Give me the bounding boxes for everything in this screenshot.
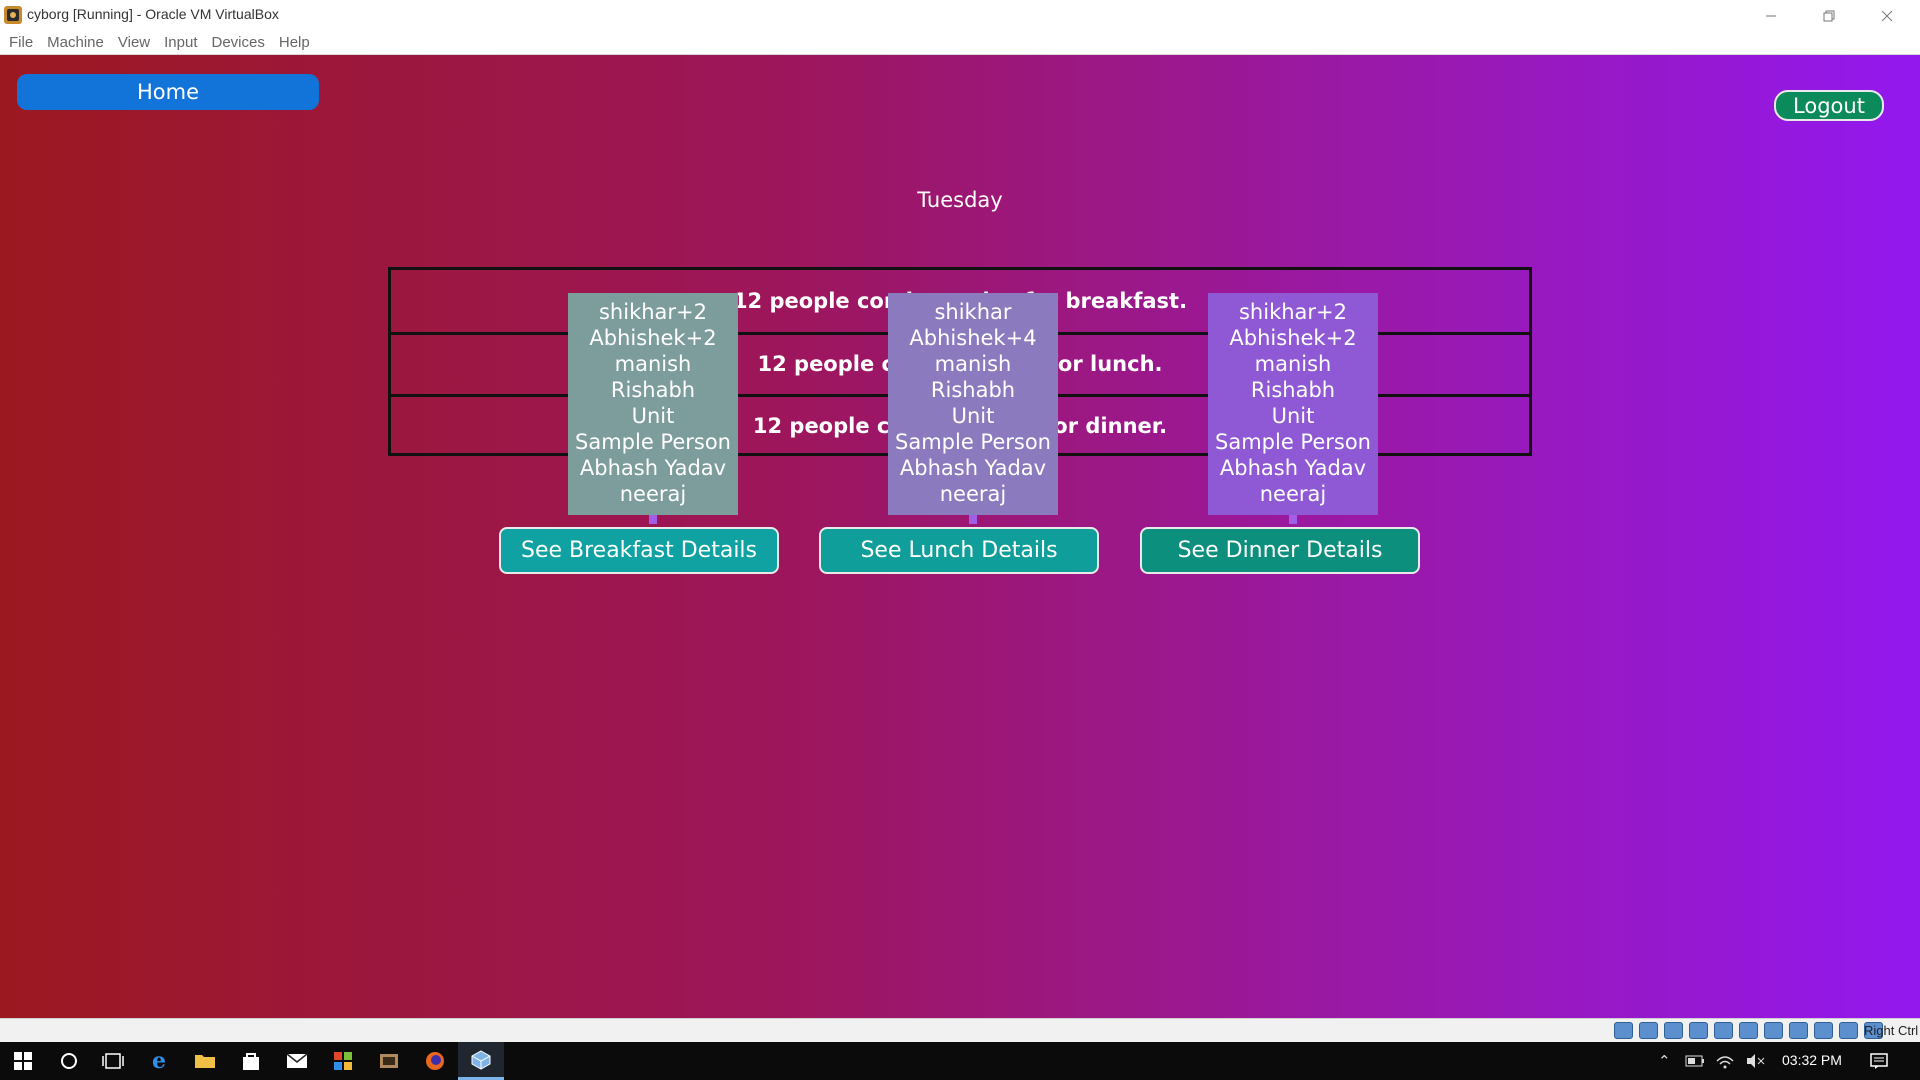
attendee-name: Unit xyxy=(951,404,995,428)
minimize-button[interactable] xyxy=(1742,0,1800,31)
host-key-label: Right Ctrl xyxy=(1864,1023,1919,1038)
task-view-icon xyxy=(102,1053,124,1069)
attendee-name: neeraj xyxy=(1259,482,1327,506)
usb-icon[interactable] xyxy=(1714,1022,1733,1039)
mouse-integration-icon[interactable] xyxy=(1839,1022,1858,1039)
attendee-name: manish xyxy=(934,352,1012,376)
attendee-name: Abhishek+2 xyxy=(1229,326,1357,350)
display-icon[interactable] xyxy=(1764,1022,1783,1039)
taskbar-app-tiles[interactable] xyxy=(320,1042,366,1080)
menu-bar: File Machine View Input Devices Help xyxy=(0,31,1920,55)
windows-taskbar: e ⌃ 03:32 PM xyxy=(0,1042,1920,1080)
attendee-name: shikhar+2 xyxy=(598,300,707,324)
network-icon[interactable] xyxy=(1689,1022,1708,1039)
restore-button[interactable] xyxy=(1800,0,1858,31)
cpu-icon[interactable] xyxy=(1814,1022,1833,1039)
guest-screen: Home Logout Tuesday 12 people coming tod… xyxy=(0,55,1920,1018)
breakfast-attendee-list: shikhar+2 Abhishek+2 manish Rishabh Unit… xyxy=(568,293,738,515)
attendee-name: Sample Person xyxy=(1215,430,1371,454)
taskbar-edge[interactable]: e xyxy=(136,1042,182,1080)
attendee-name: manish xyxy=(614,352,692,376)
archive-icon xyxy=(380,1054,398,1068)
taskbar-firefox[interactable] xyxy=(412,1042,458,1080)
attendee-name: shikhar xyxy=(934,300,1012,324)
colorful-tiles-icon xyxy=(334,1052,352,1070)
cortana-circle-icon xyxy=(61,1053,77,1069)
attendee-name: neeraj xyxy=(939,482,1007,506)
attendee-name: Abhash Yadav xyxy=(579,456,727,480)
start-button[interactable] xyxy=(0,1042,46,1080)
folder-icon xyxy=(195,1055,215,1068)
attendee-name: Abhash Yadav xyxy=(899,456,1047,480)
dinner-attendee-list: shikhar+2 Abhishek+2 manish Rishabh Unit… xyxy=(1208,293,1378,515)
mail-icon xyxy=(286,1053,308,1068)
tooltip-pointer xyxy=(649,515,657,524)
taskbar-mail[interactable] xyxy=(274,1042,320,1080)
taskbar-archive-app[interactable] xyxy=(366,1042,412,1080)
see-dinner-details-button[interactable]: See Dinner Details xyxy=(1140,527,1420,574)
cortana-button[interactable] xyxy=(46,1042,92,1080)
attendee-name: Rishabh xyxy=(1250,378,1336,402)
menu-machine[interactable]: Machine xyxy=(41,34,110,51)
attendee-name: neeraj xyxy=(619,482,687,506)
edge-browser-icon: e xyxy=(152,1048,166,1074)
firefox-icon xyxy=(426,1052,444,1070)
menu-view[interactable]: View xyxy=(112,34,156,51)
store-bag-icon xyxy=(243,1053,259,1070)
chevron-up-icon[interactable]: ⌃ xyxy=(1658,1052,1671,1070)
vm-status-bar: Right Ctrl xyxy=(0,1018,1920,1042)
virtualbox-app-icon xyxy=(4,6,22,24)
attendee-name: Rishabh xyxy=(930,378,1016,402)
attendee-name: Abhash Yadav xyxy=(1219,456,1367,480)
window-titlebar: cyborg [Running] - Oracle VM VirtualBox xyxy=(0,0,1920,31)
optical-drive-icon[interactable] xyxy=(1639,1022,1658,1039)
minimize-icon xyxy=(1766,15,1776,16)
menu-file[interactable]: File xyxy=(3,34,39,51)
audio-icon[interactable] xyxy=(1664,1022,1683,1039)
menu-input[interactable]: Input xyxy=(158,34,203,51)
shared-folders-icon[interactable] xyxy=(1739,1022,1758,1039)
see-lunch-details-button[interactable]: See Lunch Details xyxy=(819,527,1099,574)
logout-button[interactable]: Logout xyxy=(1774,90,1884,121)
virtualbox-cube-icon xyxy=(471,1049,491,1070)
restore-icon xyxy=(1823,10,1835,21)
tooltip-pointer xyxy=(969,515,977,524)
taskbar-virtualbox[interactable] xyxy=(458,1042,504,1080)
attendee-name: Unit xyxy=(1271,404,1315,428)
lunch-attendee-list: shikhar Abhishek+4 manish Rishabh Unit S… xyxy=(888,293,1058,515)
attendee-name: Sample Person xyxy=(575,430,731,454)
notification-icon xyxy=(1870,1053,1888,1069)
taskbar-store[interactable] xyxy=(228,1042,274,1080)
home-button[interactable]: Home xyxy=(17,74,319,110)
speaker-muted-icon[interactable] xyxy=(1745,1053,1765,1069)
action-center-button[interactable] xyxy=(1856,1042,1902,1080)
window-title: cyborg [Running] - Oracle VM VirtualBox xyxy=(27,6,279,22)
attendee-name: Rishabh xyxy=(610,378,696,402)
attendee-name: manish xyxy=(1254,352,1332,376)
menu-help[interactable]: Help xyxy=(273,34,316,51)
wifi-icon[interactable] xyxy=(1715,1053,1735,1069)
day-heading: Tuesday xyxy=(917,188,1003,212)
taskbar-file-explorer[interactable] xyxy=(182,1042,228,1080)
close-icon xyxy=(1881,10,1893,21)
taskbar-clock[interactable]: 03:32 PM xyxy=(1782,1052,1842,1068)
attendee-name: Sample Person xyxy=(895,430,1051,454)
tooltip-pointer xyxy=(1289,515,1297,524)
task-view-button[interactable] xyxy=(90,1042,136,1080)
attendee-name: shikhar+2 xyxy=(1238,300,1347,324)
attendee-name: Unit xyxy=(631,404,675,428)
battery-icon[interactable] xyxy=(1685,1055,1705,1067)
close-button[interactable] xyxy=(1858,0,1916,31)
system-tray: ⌃ xyxy=(1658,1042,1765,1080)
attendee-name: Abhishek+2 xyxy=(589,326,717,350)
attendee-name: Abhishek+4 xyxy=(909,326,1037,350)
menu-devices[interactable]: Devices xyxy=(206,34,271,51)
windows-logo-icon xyxy=(14,1052,32,1070)
hard-disk-icon[interactable] xyxy=(1614,1022,1633,1039)
video-capture-icon[interactable] xyxy=(1789,1022,1808,1039)
see-breakfast-details-button[interactable]: See Breakfast Details xyxy=(499,527,779,574)
vm-device-indicators xyxy=(1614,1022,1883,1039)
